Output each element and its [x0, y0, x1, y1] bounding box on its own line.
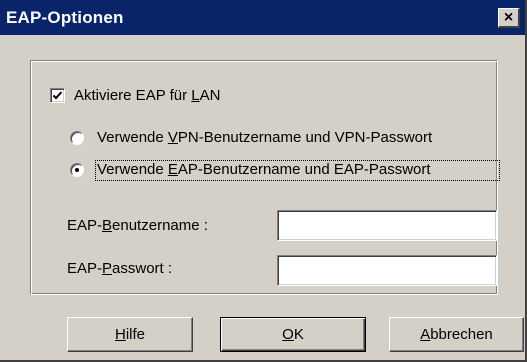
password-label-pre: EAP- [67, 260, 103, 277]
enable-eap-label-pre: Aktiviere EAP für [74, 87, 192, 104]
help-button-rest: ilfe [125, 326, 146, 343]
eap-options-dialog: EAP-Optionen × Aktiviere EAP für LAN Ver… [0, 0, 527, 362]
cancel-button[interactable]: Abbrechen [389, 317, 524, 352]
radio-vpn-label[interactable]: Verwende VPN-Benutzername und VPN-Passwo… [97, 129, 432, 146]
radio-vpn-label-pre: Verwende [97, 129, 168, 146]
eap-username-input[interactable] [277, 210, 497, 241]
username-label: EAP-Benutzername : [67, 217, 208, 234]
ok-button-rest: K [293, 326, 304, 343]
radio-eap-label-post: AP-Benutzername und EAP-Passwort [177, 161, 431, 178]
eap-password-input[interactable] [277, 255, 497, 286]
radio-eap-credentials[interactable] [70, 163, 84, 177]
close-button[interactable]: × [498, 8, 520, 28]
help-button-accel: H [114, 326, 126, 343]
enable-eap-label-accel: L [191, 87, 200, 104]
enable-eap-checkbox[interactable] [50, 88, 65, 103]
title-bar[interactable]: EAP-Optionen × [0, 0, 525, 35]
password-label: EAP-Passwort : [67, 260, 172, 277]
radio-vpn-label-post: PN-Benutzername und VPN-Passwort [177, 129, 433, 146]
close-icon: × [503, 8, 514, 26]
enable-eap-label-post: AN [199, 87, 221, 104]
radio-eap-label[interactable]: Verwende EAP-Benutzername und EAP-Passwo… [97, 161, 431, 178]
radio-eap-label-pre: Verwende [97, 161, 168, 178]
password-label-post: asswort : [112, 260, 173, 277]
enable-eap-label[interactable]: Aktiviere EAP für LAN [74, 87, 220, 104]
help-button[interactable]: Hilfe [67, 317, 193, 352]
ok-button-accel: O [282, 326, 294, 343]
cancel-button-accel: A [420, 326, 431, 343]
username-label-post: enutzername : [112, 217, 208, 234]
username-label-accel: B [102, 217, 113, 234]
radio-vpn-credentials[interactable] [70, 131, 84, 145]
checkmark-icon [52, 91, 63, 100]
dialog-title: EAP-Optionen [6, 8, 124, 27]
password-label-accel: P [102, 260, 113, 277]
username-label-pre: EAP- [67, 217, 103, 234]
radio-eap-label-accel: E [167, 161, 178, 178]
ok-button[interactable]: OK [220, 317, 366, 352]
radio-vpn-label-accel: V [167, 129, 178, 146]
radio-selected-dot [75, 168, 79, 172]
cancel-button-rest: bbrechen [430, 326, 493, 343]
